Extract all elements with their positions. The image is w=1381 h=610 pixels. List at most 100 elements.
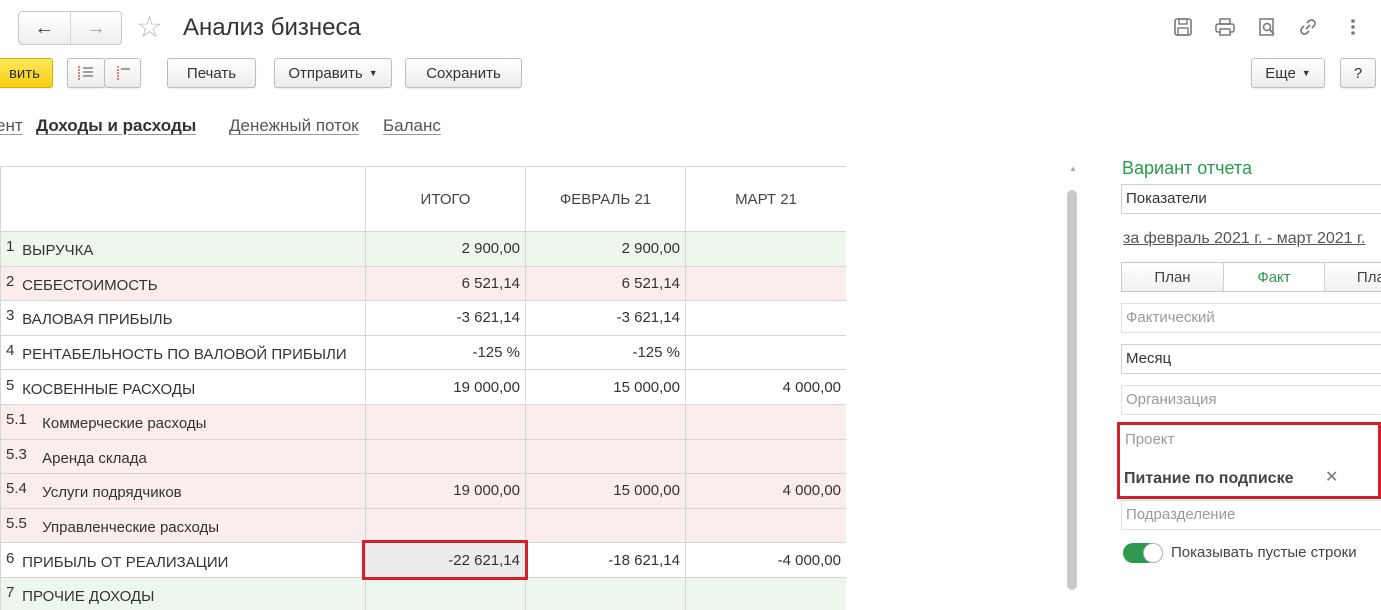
arrow-left-icon: ← <box>34 16 55 39</box>
tab-partial[interactable]: ент <box>0 115 23 137</box>
cell-mar[interactable] <box>685 403 846 440</box>
cell-feb[interactable] <box>525 438 686 475</box>
send-button-label: Отправить <box>288 64 363 82</box>
row-number: 2 <box>6 272 15 290</box>
scroll-up-icon[interactable]: ▲ <box>1069 164 1077 173</box>
send-button[interactable]: Отправить ▼ <box>274 58 392 88</box>
cell-feb[interactable]: 15 000,00 <box>525 473 686 509</box>
segment-fact[interactable]: Факт <box>1223 263 1324 291</box>
cell-total[interactable] <box>365 403 526 440</box>
table-row[interactable]: 1 ВЫРУЧКА 2 900,00 2 900,00 <box>0 231 846 267</box>
print-button[interactable]: Печать <box>167 58 256 88</box>
department-field[interactable]: Подразделение <box>1121 500 1381 530</box>
segment-plan-fact[interactable]: План <box>1324 263 1381 291</box>
cell-mar[interactable] <box>685 300 846 336</box>
cell-feb[interactable]: -3 621,14 <box>525 300 686 336</box>
cell-feb[interactable] <box>525 403 686 440</box>
table-row[interactable]: 5.1 Коммерческие расходы <box>0 403 846 440</box>
forward-button[interactable]: → <box>69 12 122 44</box>
segment-plan[interactable]: План <box>1122 263 1223 291</box>
preview-icon[interactable] <box>1254 14 1280 40</box>
table-row[interactable]: 5.4 Услуги подрядчиков 19 000,00 15 000,… <box>0 473 846 509</box>
help-button[interactable]: ? <box>1340 58 1376 88</box>
printer-icon[interactable] <box>1212 14 1238 40</box>
report-variant-field[interactable]: Показатели <box>1121 184 1381 214</box>
table-row[interactable]: 7 ПРОЧИЕ ДОХОДЫ <box>0 576 846 610</box>
tab-income-expenses[interactable]: Доходы и расходы <box>36 115 196 137</box>
cell-total[interactable] <box>365 438 526 475</box>
cell-mar[interactable]: 4 000,00 <box>685 369 846 405</box>
cell-total[interactable]: -3 621,14 <box>365 300 526 336</box>
row-number: 5.4 <box>6 480 27 498</box>
tab-cash-flow[interactable]: Денежный поток <box>229 115 359 137</box>
cell-feb[interactable]: 15 000,00 <box>525 369 686 405</box>
cell-total[interactable]: 2 900,00 <box>365 231 526 267</box>
expand-list-icon <box>78 66 93 80</box>
save-button-label: Сохранить <box>426 64 501 82</box>
row-number: 7 <box>6 584 15 602</box>
generate-button[interactable]: вить <box>0 58 53 88</box>
show-empty-rows-toggle[interactable] <box>1123 543 1163 563</box>
cell-total[interactable] <box>365 507 526 544</box>
tab-balance[interactable]: Баланс <box>383 115 441 137</box>
cell-mar[interactable] <box>685 576 846 610</box>
row-number: 5 <box>6 376 15 394</box>
more-button[interactable]: Еще ▼ <box>1251 58 1325 88</box>
row-number: 5.1 <box>6 411 27 429</box>
cell-mar[interactable] <box>685 265 846 302</box>
cell-total[interactable]: 19 000,00 <box>365 369 526 405</box>
cell-mar[interactable] <box>685 334 846 371</box>
favorite-star-icon[interactable]: ☆ <box>136 11 163 45</box>
table-row[interactable]: 3 ВАЛОВАЯ ПРИБЫЛЬ -3 621,14 -3 621,14 <box>0 300 846 336</box>
generate-button-label: вить <box>8 64 40 82</box>
table-header-row: ИТОГО ФЕВРАЛЬ 21 МАРТ 21 <box>0 166 846 232</box>
cell-total[interactable]: -125 % <box>365 334 526 371</box>
cell-total[interactable]: 6 521,14 <box>365 265 526 302</box>
cell-feb[interactable] <box>525 507 686 544</box>
period-link[interactable]: за февраль 2021 г. - март 2021 г. <box>1123 230 1365 248</box>
periodicity-field[interactable]: Месяц <box>1121 344 1381 374</box>
scrollbar-thumb[interactable] <box>1067 190 1077 590</box>
cell-feb[interactable] <box>525 576 686 610</box>
row-number: 1 <box>6 238 15 256</box>
back-button[interactable]: ← <box>19 12 70 44</box>
cell-mar[interactable] <box>685 507 846 544</box>
scenario-field[interactable]: Фактический <box>1121 303 1381 333</box>
cell-mar[interactable] <box>685 438 846 475</box>
cell-mar[interactable]: -4 000,00 <box>685 542 846 578</box>
help-button-label: ? <box>1353 64 1363 82</box>
row-name: СЕБЕСТОИМОСТЬ <box>22 276 158 294</box>
table-row[interactable]: 6 ПРИБЫЛЬ ОТ РЕАЛИЗАЦИИ -22 621,14 -18 6… <box>0 542 846 578</box>
save-button[interactable]: Сохранить <box>405 58 522 88</box>
row-number: 3 <box>6 307 15 325</box>
row-number: 6 <box>6 549 15 567</box>
kebab-menu-icon[interactable] <box>1340 14 1366 40</box>
report-variant-title: Вариант отчета <box>1122 158 1252 178</box>
table-row[interactable]: 4 РЕНТАБЕЛЬНОСТЬ ПО ВАЛОВОЙ ПРИБЫЛИ -125… <box>0 334 846 371</box>
cell-mar[interactable] <box>685 231 846 267</box>
table-row[interactable]: 5 КОСВЕННЫЕ РАСХОДЫ 19 000,00 15 000,00 … <box>0 369 846 405</box>
row-name: Услуги подрядчиков <box>42 484 182 502</box>
cell-total-selected[interactable]: -22 621,14 <box>365 542 526 578</box>
collapse-list-icon <box>116 66 130 80</box>
table-row[interactable]: 2 СЕБЕСТОИМОСТЬ 6 521,14 6 521,14 <box>0 265 846 302</box>
row-name: Управленческие расходы <box>42 519 220 537</box>
save-icon[interactable] <box>1170 14 1196 40</box>
cell-feb[interactable]: 6 521,14 <box>525 265 686 302</box>
cell-feb[interactable]: -18 621,14 <box>525 542 686 578</box>
header-cell-mar: МАРТ 21 <box>685 166 846 232</box>
organization-field[interactable]: Организация <box>1121 385 1381 415</box>
link-icon[interactable] <box>1295 14 1321 40</box>
table-row[interactable]: 5.5 Управленческие расходы <box>0 507 846 544</box>
cell-mar[interactable]: 4 000,00 <box>685 473 846 509</box>
cell-feb[interactable]: 2 900,00 <box>525 231 686 267</box>
table-row[interactable]: 5.3 Аренда склада <box>0 438 846 475</box>
header-cell-feb: ФЕВРАЛЬ 21 <box>525 166 686 232</box>
expand-rows-button[interactable] <box>67 58 105 88</box>
show-empty-rows-label: Показывать пустые строки <box>1171 544 1357 561</box>
cell-total[interactable] <box>365 576 526 610</box>
cell-feb[interactable]: -125 % <box>525 334 686 371</box>
collapse-rows-button[interactable] <box>104 58 141 88</box>
cell-total[interactable]: 19 000,00 <box>365 473 526 509</box>
page-title: Анализ бизнеса <box>183 14 361 41</box>
